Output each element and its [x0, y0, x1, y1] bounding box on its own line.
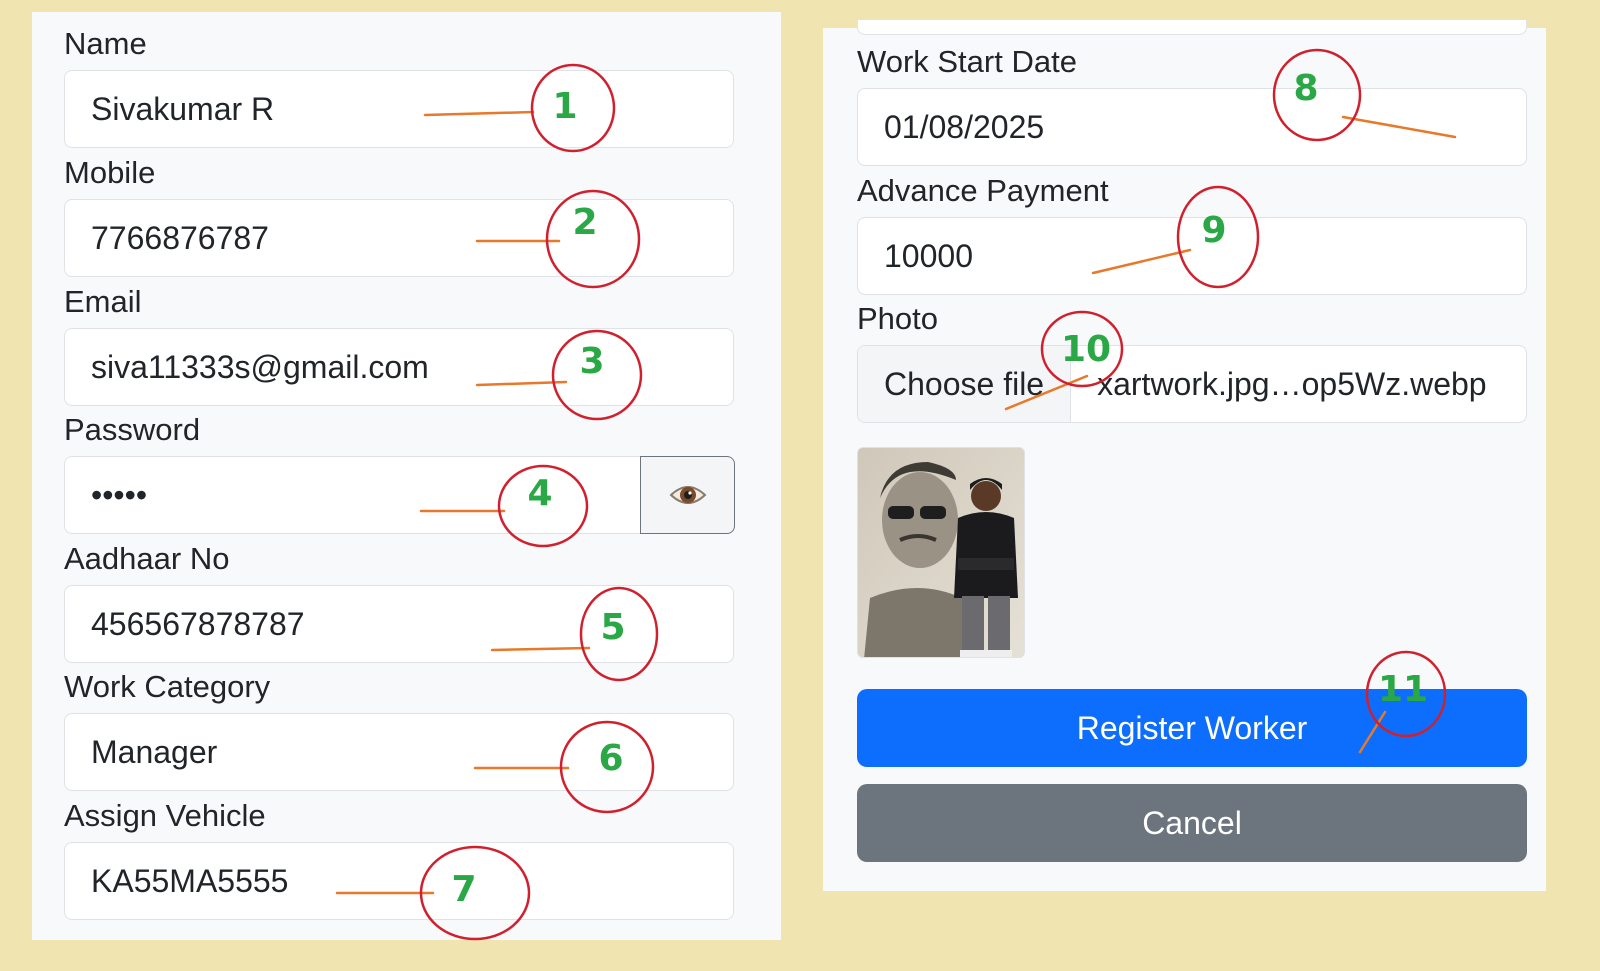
eye-icon: [669, 486, 706, 504]
email-input[interactable]: siva11333s@gmail.com: [64, 328, 734, 406]
work-start-date-label: Work Start Date: [857, 44, 1077, 79]
work-category-label: Work Category: [64, 669, 271, 704]
aadhaar-label: Aadhaar No: [64, 541, 230, 576]
name-input[interactable]: Sivakumar R: [64, 70, 734, 148]
password-input[interactable]: •••••: [64, 456, 642, 534]
advance-payment-label: Advance Payment: [857, 173, 1109, 208]
advance-payment-input[interactable]: 10000: [857, 217, 1527, 295]
assign-vehicle-label: Assign Vehicle: [64, 798, 266, 833]
right-form-panel: Work Start Date 01/08/2025 Advance Payme…: [823, 20, 1546, 891]
mobile-label: Mobile: [64, 155, 156, 190]
aadhaar-input[interactable]: 456567878787: [64, 585, 734, 663]
photo-file-input[interactable]: Choose file xartwork.jpg…op5Wz.webp: [857, 345, 1527, 423]
choose-file-button[interactable]: Choose file: [858, 346, 1072, 422]
photo-preview-image: [858, 448, 1024, 657]
work-category-select[interactable]: Manager: [64, 713, 734, 791]
work-start-date-input[interactable]: 01/08/2025: [857, 88, 1527, 166]
name-label: Name: [64, 26, 147, 61]
register-worker-button[interactable]: Register Worker: [857, 689, 1527, 767]
cancel-button[interactable]: Cancel: [857, 784, 1527, 862]
left-form-panel: Name Sivakumar R Mobile 7766876787 Email…: [32, 12, 781, 940]
email-label: Email: [64, 284, 142, 319]
password-toggle-button[interactable]: [640, 456, 735, 534]
selected-file-name: xartwork.jpg…op5Wz.webp: [1097, 365, 1487, 402]
previous-field-edge: [857, 20, 1527, 35]
photo-label: Photo: [857, 301, 939, 336]
photo-preview: [857, 447, 1025, 658]
mobile-input[interactable]: 7766876787: [64, 199, 734, 277]
assign-vehicle-select[interactable]: KA55MA5555: [64, 842, 734, 920]
password-label: Password: [64, 412, 201, 447]
